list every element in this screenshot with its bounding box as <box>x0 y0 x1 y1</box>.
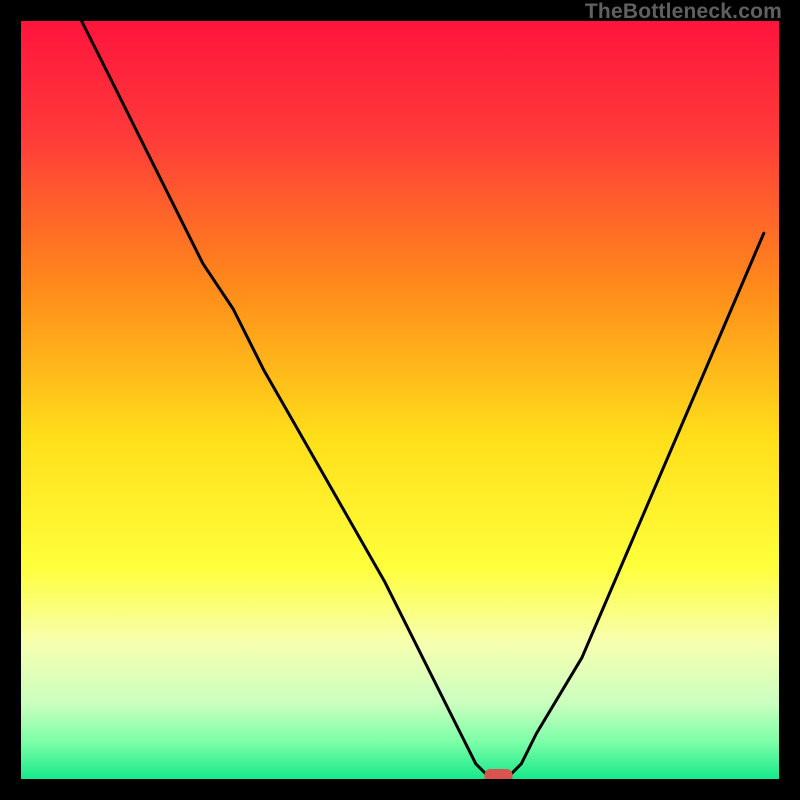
chart <box>21 21 779 779</box>
chart-svg <box>21 21 779 779</box>
chart-background <box>21 21 779 779</box>
optimal-marker <box>485 769 513 779</box>
